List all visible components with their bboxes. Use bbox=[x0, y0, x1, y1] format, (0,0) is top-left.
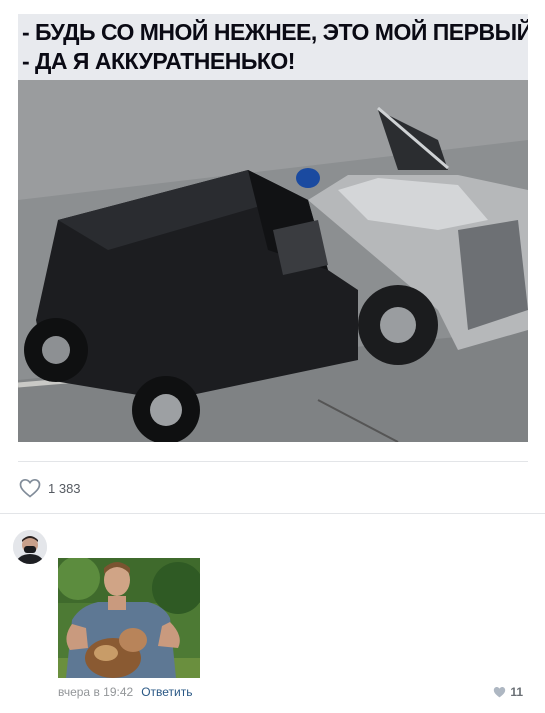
section-divider bbox=[0, 513, 545, 514]
meme-caption: - БУДЬ СО МНОЙ НЕЖНЕЕ, ЭТО МОЙ ПЕРВЫЙ РА… bbox=[18, 14, 528, 80]
car-crash-photo bbox=[18, 80, 528, 442]
caption-line-2: - ДА Я АККУРАТНЕНЬКО! bbox=[22, 48, 295, 74]
comment-like-count: 11 bbox=[510, 685, 523, 699]
comment-meta: вчера в 19:42 Ответить bbox=[58, 685, 192, 699]
post-image[interactable]: - БУДЬ СО МНОЙ НЕЖНЕЕ, ЭТО МОЙ ПЕРВЫЙ РА… bbox=[18, 14, 528, 442]
comment-image[interactable] bbox=[58, 558, 200, 678]
heart-filled-icon bbox=[494, 687, 506, 698]
caption-line-1: - БУДЬ СО МНОЙ НЕЖНЕЕ, ЭТО МОЙ ПЕРВЫЙ РА… bbox=[22, 19, 528, 45]
post-divider bbox=[18, 461, 528, 462]
post-like-count: 1 383 bbox=[48, 480, 81, 496]
reply-link[interactable]: Ответить bbox=[141, 685, 192, 699]
comment-timestamp: вчера в 19:42 bbox=[58, 685, 134, 699]
heart-outline-icon bbox=[18, 476, 42, 500]
post-like-button[interactable]: 1 383 bbox=[18, 476, 81, 500]
commenter-avatar[interactable] bbox=[13, 530, 47, 564]
comment-like-button[interactable]: 11 bbox=[493, 685, 523, 699]
